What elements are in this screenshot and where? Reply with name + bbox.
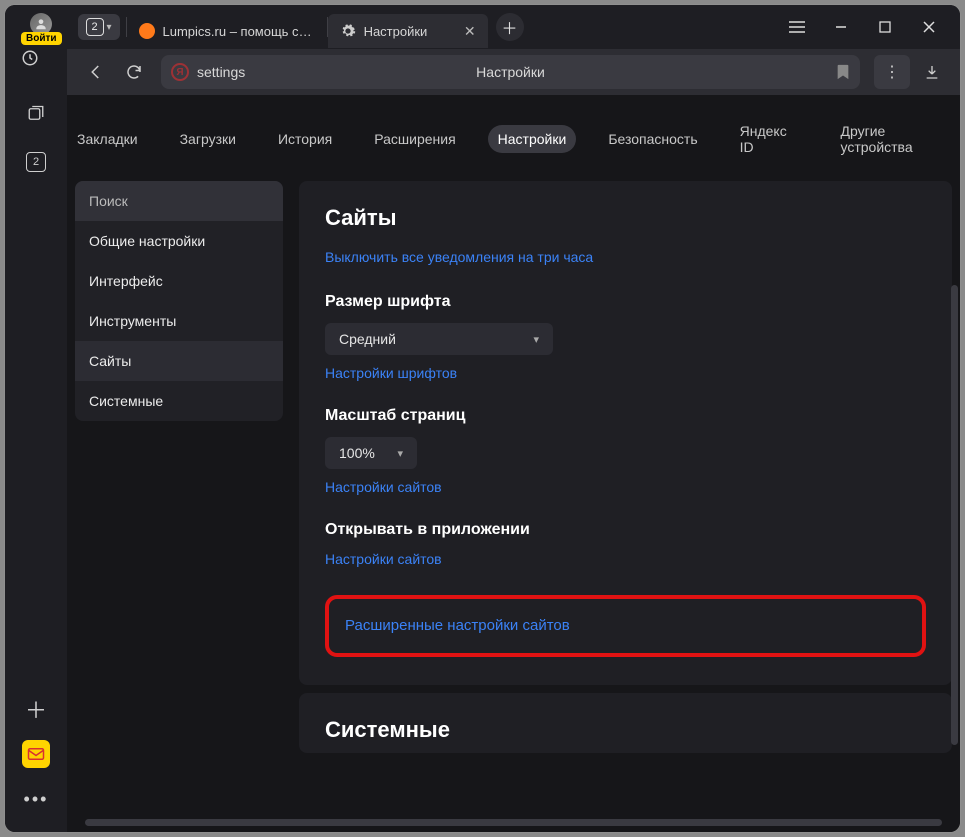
login-badge[interactable]: Войти — [21, 32, 62, 45]
page-menu-button[interactable]: ⋮ — [874, 55, 910, 89]
chevron-down-icon: ▾ — [533, 333, 539, 346]
settings-nav: Закладки Загрузки История Расширения Нас… — [67, 95, 960, 181]
tab-count-box[interactable]: 2 — [21, 147, 51, 177]
menu-general[interactable]: Общие настройки — [75, 221, 283, 261]
zoom-settings-link[interactable]: Настройки сайтов — [325, 479, 442, 495]
tabs: Lumpics.ru – помощь с ко Настройки ✕ ＋ — [126, 5, 776, 49]
mute-notifications-link[interactable]: Выключить все уведомления на три часа — [325, 249, 593, 265]
address-bar[interactable]: Я settings Настройки — [161, 55, 860, 89]
nav-other-devices[interactable]: Другие устройства — [831, 117, 961, 161]
add-shortcut-button[interactable]: ＋ — [21, 694, 51, 724]
tab-label: Настройки — [364, 24, 428, 39]
sites-panel: Сайты Выключить все уведомления на три ч… — [299, 181, 952, 685]
chevron-down-icon: ▾ — [107, 22, 112, 33]
downloads-button[interactable] — [914, 55, 950, 89]
menu-system[interactable]: Системные — [75, 381, 283, 421]
window-controls — [776, 11, 956, 43]
history-icon[interactable] — [21, 49, 51, 93]
menu-sites[interactable]: Сайты — [75, 341, 283, 381]
reload-button[interactable] — [115, 54, 153, 90]
tab-label: Lumpics.ru – помощь с ко — [163, 24, 315, 39]
zoom-heading: Масштаб страниц — [325, 407, 926, 425]
nav-yandex-id[interactable]: Яндекс ID — [730, 117, 809, 161]
advanced-site-settings-link[interactable]: Расширенные настройки сайтов — [345, 617, 570, 634]
nav-downloads[interactable]: Загрузки — [170, 125, 246, 153]
system-heading: Системные — [325, 717, 926, 743]
minimize-button[interactable] — [820, 11, 862, 43]
settings-side-menu: Поиск Общие настройки Интерфейс Инструме… — [75, 181, 283, 421]
menu-interface[interactable]: Интерфейс — [75, 261, 283, 301]
back-button[interactable] — [77, 54, 115, 90]
menu-tools[interactable]: Инструменты — [75, 301, 283, 341]
zoom-select[interactable]: 100% ▾ — [325, 437, 417, 469]
tab-settings[interactable]: Настройки ✕ — [328, 14, 488, 48]
url-center-label: Настройки — [476, 64, 545, 80]
collections-icon[interactable] — [21, 99, 51, 129]
yandex-logo-icon: Я — [171, 63, 189, 81]
address-row: Я settings Настройки ⋮ — [5, 49, 960, 95]
open-in-app-heading: Открывать в приложении — [325, 521, 926, 539]
advanced-site-settings-highlight: Расширенные настройки сайтов — [325, 595, 926, 657]
browser-window: Войти 2 ▾ Lumpics.ru – помощь с ко Настр… — [5, 5, 960, 832]
bookmark-icon[interactable] — [836, 64, 850, 80]
close-window-button[interactable] — [908, 11, 950, 43]
tab-count-number: 2 — [86, 18, 104, 36]
open-in-app-settings-link[interactable]: Настройки сайтов — [325, 551, 442, 567]
system-panel: Системные — [299, 693, 952, 753]
scrollbar[interactable] — [951, 285, 958, 745]
mail-icon[interactable] — [22, 740, 50, 768]
settings-search-input[interactable]: Поиск — [75, 181, 283, 221]
font-settings-link[interactable]: Настройки шрифтов — [325, 365, 457, 381]
nav-bookmarks[interactable]: Закладки — [67, 125, 148, 153]
account-block[interactable]: Войти — [21, 13, 62, 45]
chevron-down-icon: ▾ — [397, 447, 403, 460]
more-icon[interactable]: ••• — [21, 784, 51, 814]
menu-burger-icon[interactable] — [776, 11, 818, 43]
maximize-button[interactable] — [864, 11, 906, 43]
horizontal-scrollbar[interactable] — [85, 819, 942, 826]
nav-extensions[interactable]: Расширения — [364, 125, 465, 153]
zoom-value: 100% — [339, 445, 375, 461]
nav-security[interactable]: Безопасность — [598, 125, 707, 153]
titlebar: Войти 2 ▾ Lumpics.ru – помощь с ко Настр… — [5, 5, 960, 49]
sites-heading: Сайты — [325, 205, 926, 231]
gear-icon — [340, 23, 356, 39]
tab-counter-dropdown[interactable]: 2 ▾ — [78, 14, 120, 40]
page-body: 2 ＋ ••• Закладки Загрузки История Расшир… — [5, 95, 960, 832]
tab-lumpics[interactable]: Lumpics.ru – помощь с ко — [127, 14, 327, 48]
close-tab-icon[interactable]: ✕ — [464, 23, 476, 40]
font-size-heading: Размер шрифта — [325, 293, 926, 311]
nav-settings[interactable]: Настройки — [488, 125, 577, 153]
nav-history[interactable]: История — [268, 125, 342, 153]
url-text-left: settings — [197, 64, 245, 80]
siderail-top — [5, 49, 67, 95]
font-size-value: Средний — [339, 331, 396, 347]
favicon-orange — [139, 23, 155, 39]
side-rail: 2 ＋ ••• — [5, 95, 67, 832]
settings-page: Закладки Загрузки История Расширения Нас… — [67, 95, 960, 832]
new-tab-button[interactable]: ＋ — [496, 13, 524, 41]
font-size-select[interactable]: Средний ▾ — [325, 323, 553, 355]
toolbar: Я settings Настройки ⋮ — [67, 49, 960, 95]
